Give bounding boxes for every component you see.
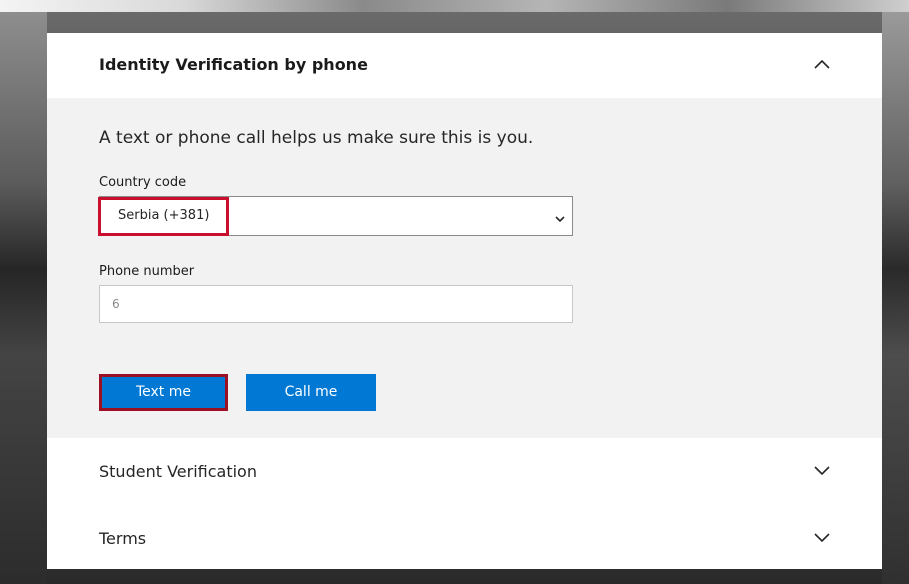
identity-verification-header[interactable]: Identity Verification by phone xyxy=(47,33,882,98)
chevron-up-icon[interactable] xyxy=(810,53,834,77)
phone-number-label: Phone number xyxy=(99,264,195,279)
intro-text: A text or phone call helps us make sure … xyxy=(99,128,534,148)
terms-row[interactable]: Terms xyxy=(47,505,882,569)
text-me-button[interactable]: Text me xyxy=(99,374,228,411)
phone-number-value: 6 xyxy=(112,297,120,311)
background-strip-right xyxy=(882,12,909,584)
background-strip-top xyxy=(0,0,909,12)
student-verification-row[interactable]: Student Verification xyxy=(47,438,882,502)
student-verification-label: Student Verification xyxy=(99,462,257,481)
phone-number-input[interactable]: 6 xyxy=(99,285,573,323)
background-strip-left xyxy=(0,12,47,584)
chevron-down-icon[interactable] xyxy=(810,525,834,549)
section-title: Identity Verification by phone xyxy=(99,55,368,74)
identity-verification-body: A text or phone call helps us make sure … xyxy=(47,98,882,438)
terms-label: Terms xyxy=(99,529,147,548)
chevron-down-icon[interactable] xyxy=(810,458,834,482)
chevron-down-icon xyxy=(554,210,566,223)
annotation-highlight-box xyxy=(98,197,229,236)
verification-panel: Identity Verification by phone A text or… xyxy=(47,33,882,569)
call-me-button[interactable]: Call me xyxy=(246,374,376,411)
country-code-label: Country code xyxy=(99,175,187,190)
